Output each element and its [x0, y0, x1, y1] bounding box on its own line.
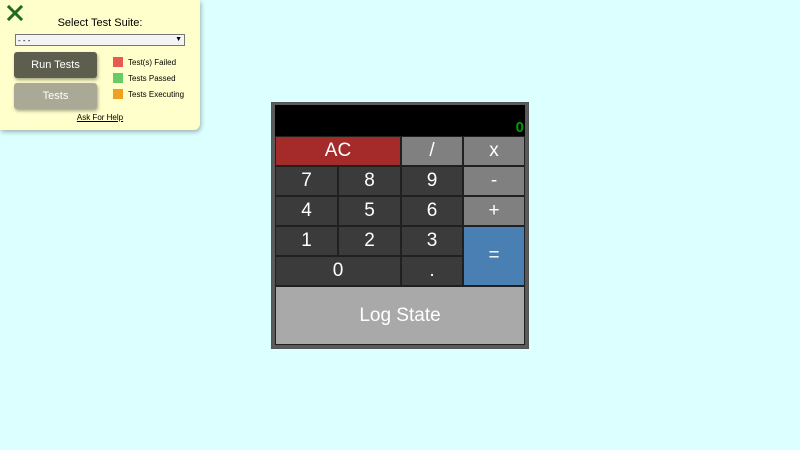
ask-for-help-link[interactable]: Ask For Help [0, 113, 200, 122]
plus-button[interactable]: + [463, 196, 525, 226]
legend-item-executing: Tests Executing [113, 89, 184, 99]
test-suite-select[interactable]: - - - ▼ [15, 34, 185, 46]
legend-label-passed: Tests Passed [128, 73, 176, 83]
run-tests-button[interactable]: Run Tests [14, 52, 97, 78]
tests-button[interactable]: Tests [14, 83, 97, 109]
passed-swatch [113, 73, 123, 83]
digit-1-button[interactable]: 1 [275, 226, 338, 256]
equals-button[interactable]: = [463, 226, 525, 286]
executing-swatch [113, 89, 123, 99]
legend-item-passed: Tests Passed [113, 73, 176, 83]
display-value: 0 [515, 119, 524, 136]
digit-4-button[interactable]: 4 [275, 196, 338, 226]
digit-9-button[interactable]: 9 [401, 166, 463, 196]
digit-2-button[interactable]: 2 [338, 226, 401, 256]
digit-5-button[interactable]: 5 [338, 196, 401, 226]
calculator-display: 0 [275, 105, 525, 136]
digit-7-button[interactable]: 7 [275, 166, 338, 196]
divide-button[interactable]: / [401, 136, 463, 166]
digit-8-button[interactable]: 8 [338, 166, 401, 196]
legend-label-failed: Test(s) Failed [128, 57, 177, 67]
minus-button[interactable]: - [463, 166, 525, 196]
multiply-button[interactable]: x [463, 136, 525, 166]
chevron-down-icon: ▼ [175, 36, 182, 43]
clear-button[interactable]: AC [275, 136, 401, 166]
digit-3-button[interactable]: 3 [401, 226, 463, 256]
decimal-button[interactable]: . [401, 256, 463, 286]
legend-label-executing: Tests Executing [128, 89, 185, 99]
digit-6-button[interactable]: 6 [401, 196, 463, 226]
legend-item-failed: Test(s) Failed [113, 57, 176, 67]
log-state-button[interactable]: Log State [275, 286, 525, 345]
test-suite-title: Select Test Suite: [57, 17, 143, 29]
test-panel: Select Test Suite: - - - ▼ Run Tests Tes… [0, 0, 200, 130]
digit-0-button[interactable]: 0 [275, 256, 401, 286]
test-suite-select-value: - - - [18, 35, 31, 45]
failed-swatch [113, 57, 123, 67]
calculator: 0 AC / x 7 8 9 - 4 5 6 + 1 2 3 = 0 . Log… [271, 102, 529, 349]
